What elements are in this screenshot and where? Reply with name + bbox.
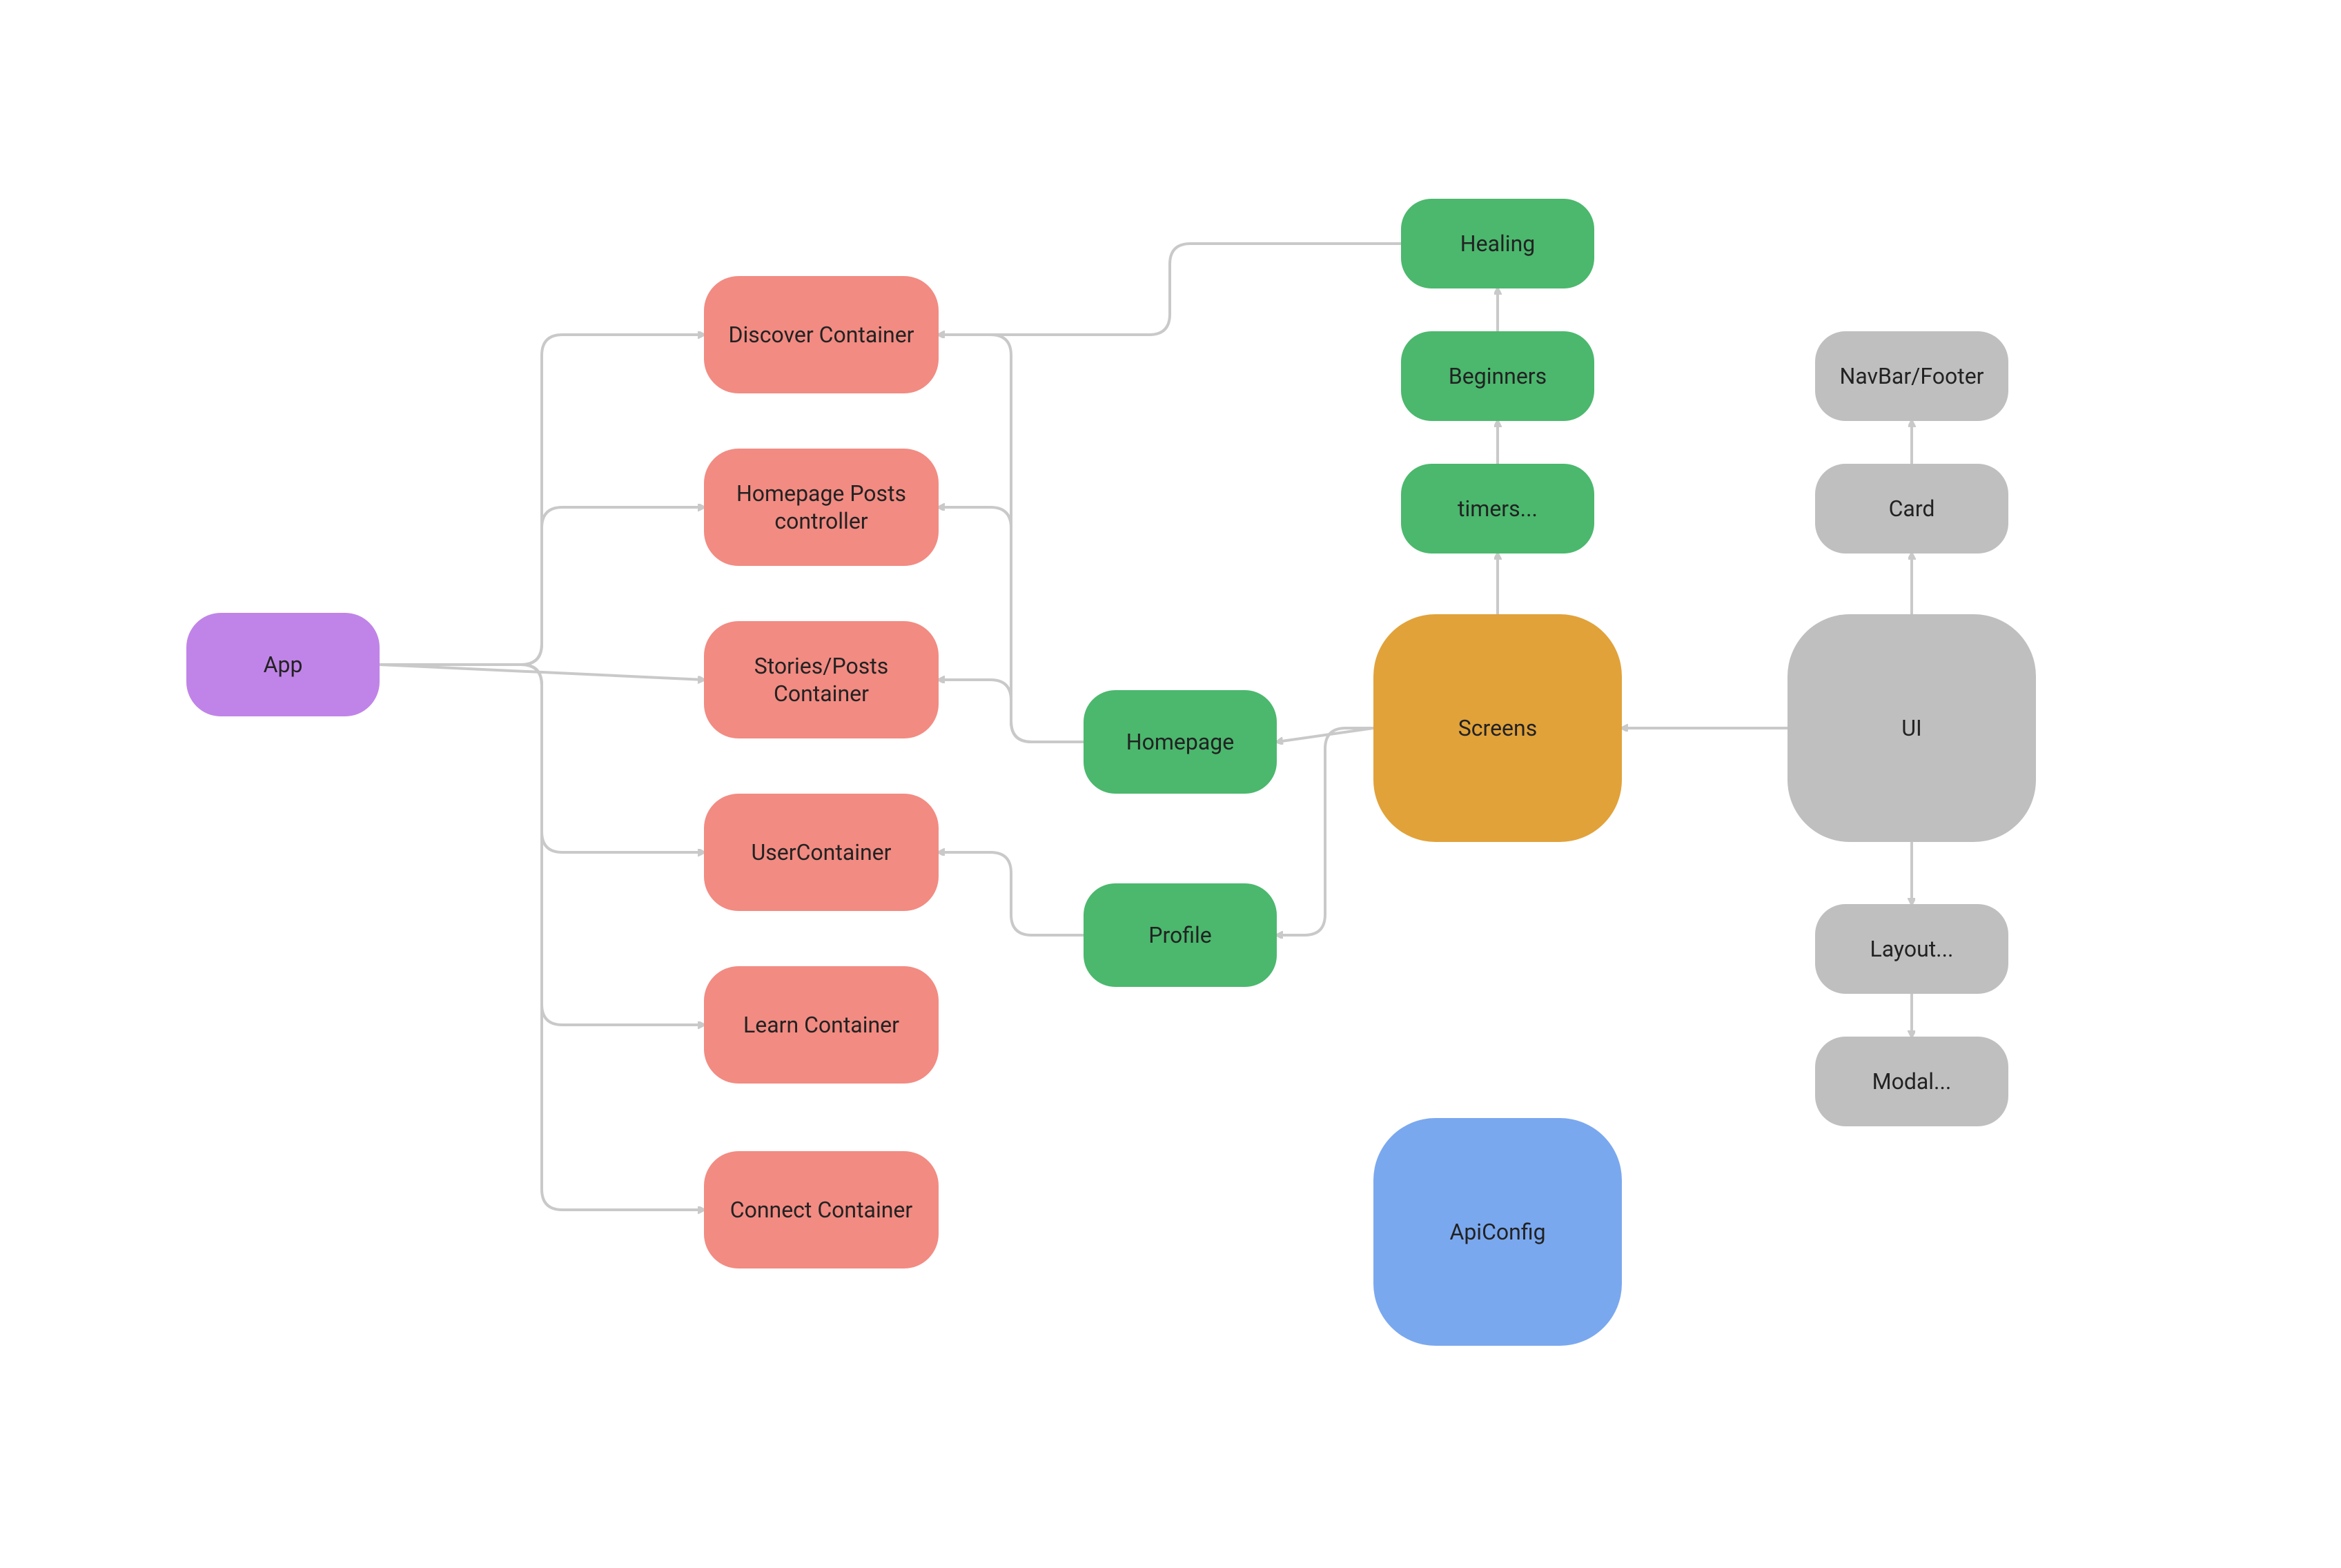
node-label: Beginners [1449, 362, 1547, 390]
node-label: Card [1889, 495, 1935, 522]
node-screens[interactable]: Screens [1373, 614, 1622, 842]
diagram-canvas: App Discover Container Homepage Posts cont… [0, 0, 2341, 1568]
node-label: UI [1901, 714, 1921, 742]
node-storiesPosts[interactable]: Stories/Posts Container [704, 621, 939, 738]
node-card[interactable]: Card [1815, 464, 2008, 553]
node-label: Profile [1148, 921, 1211, 949]
edge-screens-to-homepage [1277, 728, 1373, 742]
node-connectContainer[interactable]: Connect Container [704, 1151, 939, 1268]
node-label: Homepage [1126, 728, 1234, 756]
edge-app-to-userContainer [380, 665, 704, 852]
node-learnContainer[interactable]: Learn Container [704, 966, 939, 1084]
node-label: ApiConfig [1449, 1218, 1545, 1246]
node-label: timers... [1458, 495, 1538, 522]
edge-app-to-connectContainer [380, 665, 704, 1210]
node-layout[interactable]: Layout... [1815, 904, 2008, 994]
node-label: Healing [1460, 230, 1535, 257]
edge-homepage-to-homepagePosts [939, 507, 1084, 742]
edge-homepage-to-storiesPosts [939, 680, 1084, 742]
node-label: Modal... [1872, 1068, 1952, 1095]
node-label: Homepage Posts controller [723, 480, 919, 535]
node-ui[interactable]: UI [1787, 614, 2036, 842]
node-label: App [264, 651, 303, 678]
node-label: NavBar/Footer [1839, 362, 1984, 390]
node-apiConfig[interactable]: ApiConfig [1373, 1118, 1622, 1346]
edge-profile-to-userContainer [939, 852, 1084, 935]
node-beginners[interactable]: Beginners [1401, 331, 1594, 421]
node-label: Layout... [1870, 935, 1954, 963]
node-homepagePosts[interactable]: Homepage Posts controller [704, 449, 939, 566]
node-healing[interactable]: Healing [1401, 199, 1594, 288]
edge-homepage-to-discover [939, 335, 1084, 742]
node-profile[interactable]: Profile [1084, 883, 1277, 987]
node-discover[interactable]: Discover Container [704, 276, 939, 393]
node-label: Screens [1458, 714, 1537, 742]
edge-app-to-discover [380, 335, 704, 665]
node-modal[interactable]: Modal... [1815, 1037, 2008, 1126]
node-label: Discover Container [729, 321, 914, 349]
node-navbar[interactable]: NavBar/Footer [1815, 331, 2008, 421]
edge-app-to-storiesPosts [380, 665, 704, 680]
node-label: Learn Container [743, 1011, 899, 1039]
node-homepage[interactable]: Homepage [1084, 690, 1277, 794]
node-label: Connect Container [730, 1196, 912, 1224]
edge-screens-to-profile [1277, 728, 1373, 935]
node-app[interactable]: App [186, 613, 380, 716]
node-label: UserContainer [752, 839, 892, 866]
node-timers[interactable]: timers... [1401, 464, 1594, 553]
node-userContainer[interactable]: UserContainer [704, 794, 939, 911]
edge-app-to-learnContainer [380, 665, 704, 1025]
edge-app-to-homepagePosts [380, 507, 704, 665]
node-label: Stories/Posts Container [723, 652, 919, 707]
edge-healing-to-discover [939, 244, 1401, 335]
